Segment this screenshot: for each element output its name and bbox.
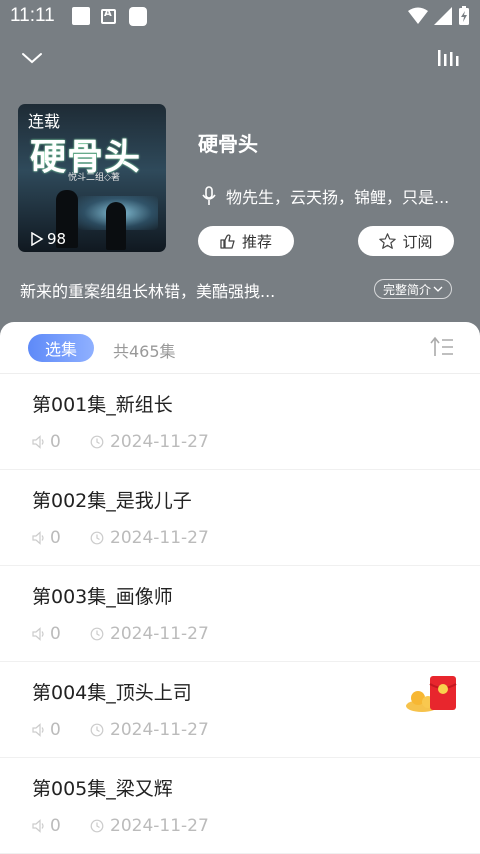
episode-meta: 0 2024-11-27 xyxy=(32,528,209,548)
status-time: 11:11 xyxy=(10,5,55,26)
album-description: 新来的重案组组长林错，美酷强拽... xyxy=(20,282,276,301)
speaker-icon xyxy=(32,531,44,545)
star-icon xyxy=(379,232,397,249)
episode-date-value: 2024-11-27 xyxy=(110,720,209,740)
artist-names: 物先生，云天扬，锦鲤，只是... xyxy=(226,188,450,207)
notification-icon xyxy=(72,7,90,25)
episode-plays: 0 xyxy=(32,528,90,548)
episode-meta: 0 2024-11-27 xyxy=(32,720,209,740)
episode-title: 第005集_梁又辉 xyxy=(32,778,173,800)
episode-item[interactable]: 第001集_新组长 0 2024-11-27 xyxy=(0,374,480,470)
clock-icon xyxy=(90,723,104,737)
subscribe-label: 订阅 xyxy=(402,232,433,251)
recommend-label: 推荐 xyxy=(241,232,272,251)
episode-date-value: 2024-11-27 xyxy=(110,816,209,836)
episode-date: 2024-11-27 xyxy=(90,624,209,644)
status-bar: 11:11 A xyxy=(0,0,480,32)
play-icon xyxy=(31,232,44,246)
sort-icon[interactable] xyxy=(430,336,454,358)
album-title: 硬骨头 xyxy=(198,132,258,156)
episode-plays: 0 xyxy=(32,720,90,740)
recommend-button[interactable]: 推荐 xyxy=(198,226,294,256)
episode-date: 2024-11-27 xyxy=(90,816,209,836)
episode-plays: 0 xyxy=(32,432,90,452)
episode-plays: 0 xyxy=(32,624,90,644)
sd-card-icon xyxy=(129,7,147,26)
artist-row[interactable]: 物先生，云天扬，锦鲤，只是... xyxy=(202,184,472,208)
episode-panel: 选集 共465集 第001集_新组长 0 2024-11-27 第002集_是我… xyxy=(0,322,480,854)
keyboard-icon: A xyxy=(101,8,116,24)
episode-item[interactable]: 第004集_顶头上司 0 2024-11-27 xyxy=(0,662,480,758)
speaker-icon xyxy=(32,819,44,833)
equalizer-icon[interactable] xyxy=(436,46,460,70)
chevron-down-icon xyxy=(433,286,443,292)
episode-date: 2024-11-27 xyxy=(90,720,209,740)
episode-date: 2024-11-27 xyxy=(90,528,209,548)
episode-tabs: 选集 共465集 xyxy=(0,322,480,374)
tab-episodes[interactable]: 选集 xyxy=(28,334,94,362)
wifi-icon xyxy=(408,7,428,24)
episode-title: 第001集_新组长 xyxy=(32,394,173,416)
thumb-up-icon xyxy=(220,234,235,249)
episode-meta: 0 2024-11-27 xyxy=(32,432,209,452)
episode-meta: 0 2024-11-27 xyxy=(32,624,209,644)
clock-icon xyxy=(90,435,104,449)
cover-play-count: 98 xyxy=(30,230,66,248)
clock-icon xyxy=(90,531,104,545)
episode-item[interactable]: 第002集_是我儿子 0 2024-11-27 xyxy=(0,470,480,566)
episode-item[interactable]: 第003集_画像师 0 2024-11-27 xyxy=(0,566,480,662)
episode-date-value: 2024-11-27 xyxy=(110,432,209,452)
full-intro-label: 完整简介 xyxy=(383,282,432,297)
speaker-icon xyxy=(32,435,44,449)
episode-play-count: 0 xyxy=(50,720,61,740)
episode-play-count: 0 xyxy=(50,624,61,644)
episode-title: 第004集_顶头上司 xyxy=(32,682,192,704)
episode-item[interactable]: 第005集_梁又辉 0 2024-11-27 xyxy=(0,758,480,854)
episode-meta: 0 2024-11-27 xyxy=(32,816,209,836)
subscribe-button[interactable]: 订阅 xyxy=(358,226,454,256)
chevron-down-icon[interactable] xyxy=(20,46,44,70)
episode-title: 第003集_画像师 xyxy=(32,586,173,608)
signal-icon xyxy=(434,7,452,25)
episode-plays: 0 xyxy=(32,816,90,836)
clock-icon xyxy=(90,627,104,641)
episode-play-count: 0 xyxy=(50,528,61,548)
episode-title: 第002集_是我儿子 xyxy=(32,490,192,512)
episode-count: 共465集 xyxy=(113,342,176,361)
album-cover[interactable]: 连载 硬骨头 悦斗二组◇著 98 xyxy=(18,104,166,252)
episode-date-value: 2024-11-27 xyxy=(110,528,209,548)
episode-play-count: 0 xyxy=(50,816,61,836)
red-packet-icon[interactable] xyxy=(404,672,464,714)
episode-play-count: 0 xyxy=(50,432,61,452)
microphone-icon xyxy=(202,186,216,205)
player-header xyxy=(0,38,480,82)
play-count: 98 xyxy=(47,230,67,248)
battery-icon xyxy=(459,6,469,25)
episode-date-value: 2024-11-27 xyxy=(110,624,209,644)
episode-list: 第001集_新组长 0 2024-11-27 第002集_是我儿子 0 2024… xyxy=(0,374,480,854)
cover-subtitle: 悦斗二组◇著 xyxy=(68,173,120,183)
speaker-icon xyxy=(32,723,44,737)
speaker-icon xyxy=(32,627,44,641)
clock-icon xyxy=(90,819,104,833)
full-intro-button[interactable]: 完整简介 xyxy=(374,279,453,299)
episode-date: 2024-11-27 xyxy=(90,432,209,452)
cover-art-figure xyxy=(106,202,126,250)
